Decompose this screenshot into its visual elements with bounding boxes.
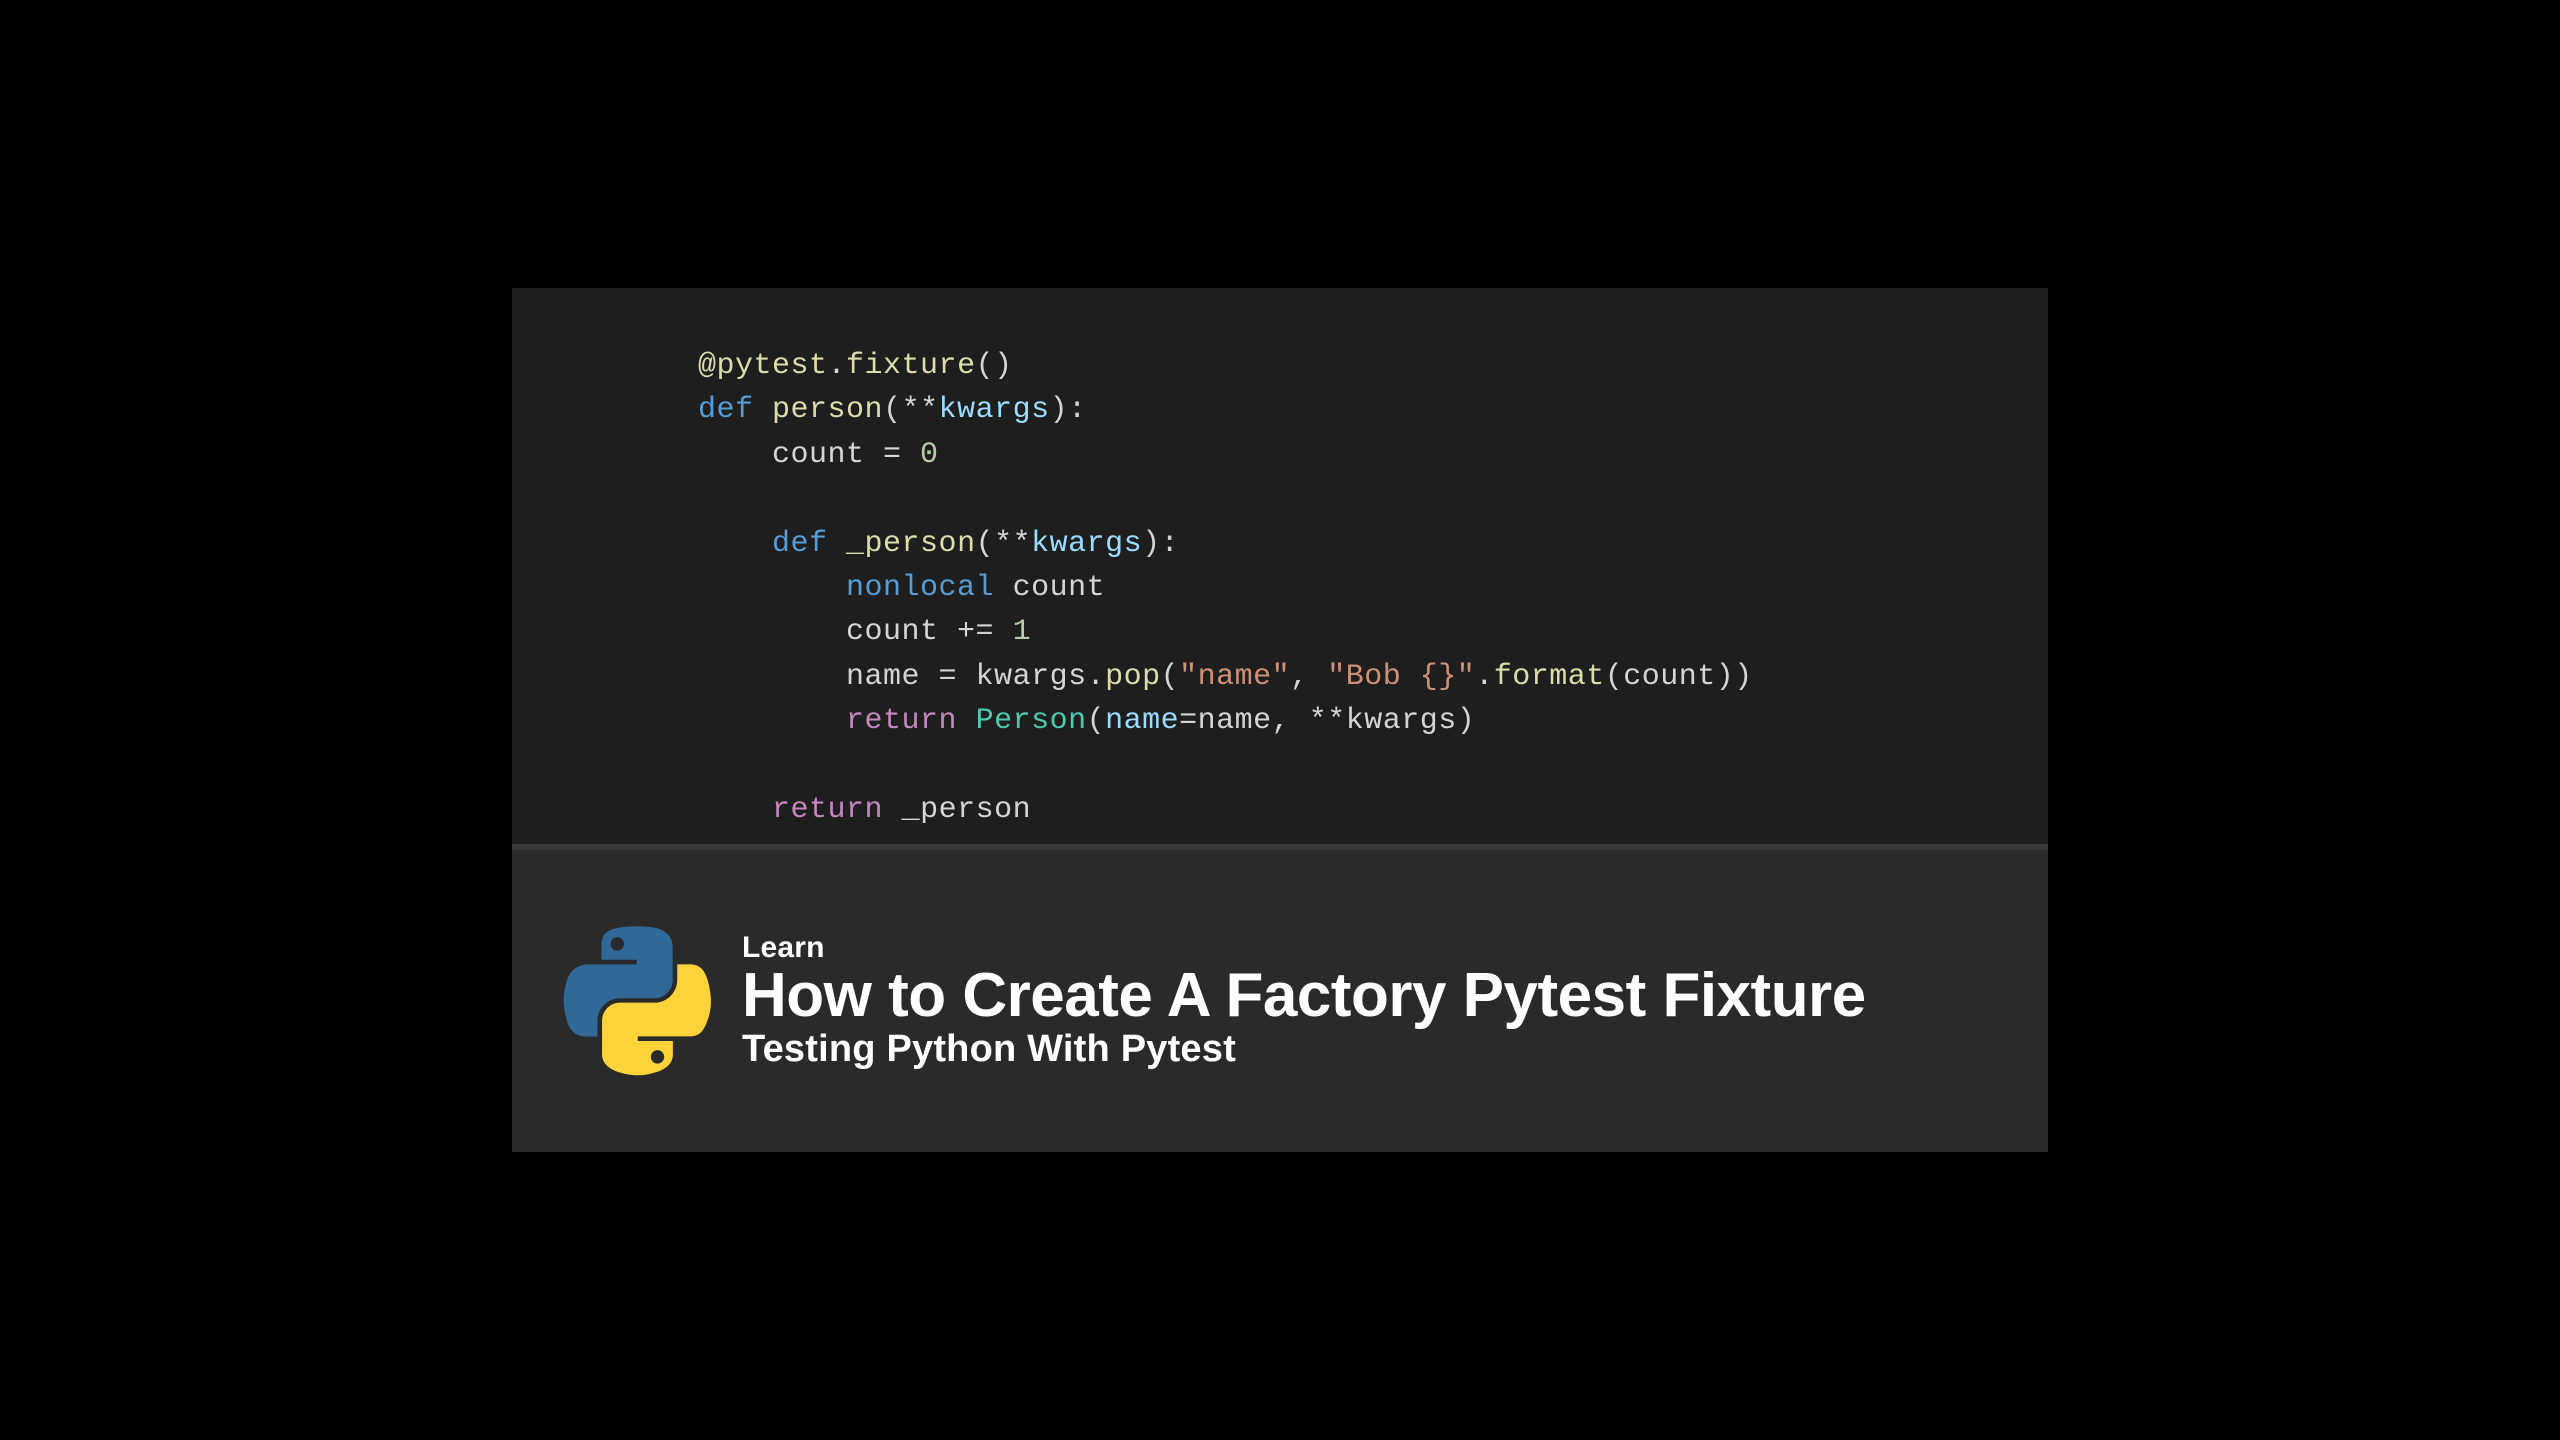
python-logo-icon xyxy=(562,926,712,1076)
banner-kicker: Learn xyxy=(742,931,1998,965)
banner: Learn How to Create A Factory Pytest Fix… xyxy=(512,850,2048,1152)
banner-subtitle: Testing Python With Pytest xyxy=(742,1028,1998,1071)
tutorial-cover-frame: @pytest.fixture() def person(**kwargs): … xyxy=(512,288,2048,1152)
code-preview: @pytest.fixture() def person(**kwargs): … xyxy=(512,288,2048,844)
decorator: @pytest xyxy=(698,349,828,383)
banner-title: How to Create A Factory Pytest Fixture xyxy=(742,963,1998,1028)
